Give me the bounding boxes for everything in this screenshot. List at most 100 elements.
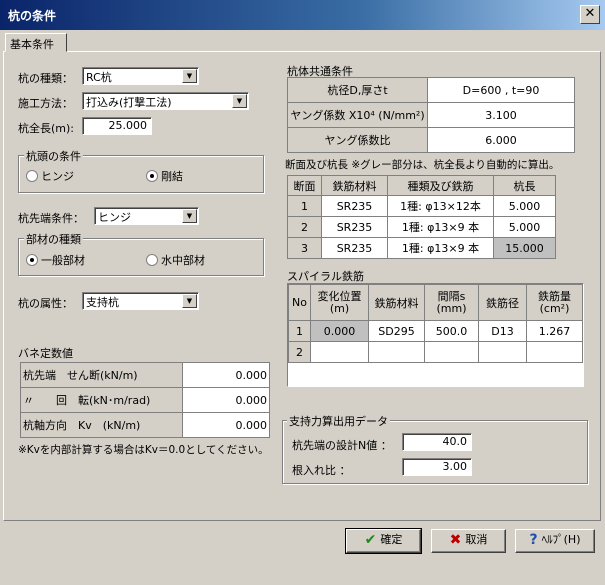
cell-material[interactable]: SR235 bbox=[321, 237, 388, 259]
embed-ratio-input[interactable]: 3.00 bbox=[402, 458, 472, 476]
close-icon: ✕ bbox=[584, 6, 596, 21]
construction-label: 施工方法： bbox=[18, 97, 73, 110]
column-header: 鉄筋量 (cm²) bbox=[526, 284, 583, 321]
spring-rotation-input[interactable]: 0.000 bbox=[182, 387, 270, 413]
cell-length-auto: 15.000 bbox=[493, 237, 556, 259]
cell-pitch[interactable] bbox=[424, 341, 479, 363]
young-modulus-input[interactable]: 3.100 bbox=[427, 102, 575, 128]
cell-area[interactable] bbox=[526, 341, 583, 363]
cell-material[interactable] bbox=[368, 341, 425, 363]
radio-selected-icon bbox=[26, 254, 38, 266]
column-header: 種類及び鉄筋 bbox=[387, 175, 494, 196]
table-row: 杭先端 せん断(kN/m) 0.000 bbox=[20, 362, 270, 388]
column-header: 間隔s (mm) bbox=[424, 284, 479, 321]
spring-kv-input[interactable]: 0.000 bbox=[182, 412, 270, 438]
table-row: ヤング係数比 6.000 bbox=[287, 127, 575, 153]
column-header: 鉄筋材料 bbox=[368, 284, 425, 321]
attribute-label: 杭の属性： bbox=[18, 297, 73, 310]
tab-basic-conditions[interactable]: 基本条件 bbox=[5, 33, 67, 52]
cancel-button-label: 取消 bbox=[465, 533, 488, 546]
row-number: 2 bbox=[288, 341, 311, 363]
cell-pitch[interactable]: 500.0 bbox=[424, 320, 479, 342]
spring-table: 杭先端 せん断(kN/m) 0.000 〃 回 転(kN･m/rad) 0.00… bbox=[20, 362, 270, 438]
table-row: 杭径D,厚さt D=600 , t=90 bbox=[287, 77, 575, 103]
embed-ratio-label: 根入れ比 ： bbox=[292, 464, 351, 477]
common-row-label: 杭径D,厚さt bbox=[287, 77, 428, 103]
construction-value: 打込み(打撃工法) bbox=[86, 96, 172, 109]
length-label: 杭全長(m): bbox=[18, 122, 75, 135]
material-radio-general[interactable]: 一般部材 bbox=[26, 252, 85, 268]
chevron-down-icon[interactable]: ▼ bbox=[182, 209, 197, 223]
spring-shear-input[interactable]: 0.000 bbox=[182, 362, 270, 388]
cell-rebar[interactable]: 1種: φ13×12本 bbox=[387, 195, 494, 217]
table-row[interactable]: 1 0.000 SD295 500.0 D13 1.267 bbox=[288, 320, 583, 342]
row-number: 2 bbox=[287, 216, 322, 238]
spring-row-label: 〃 回 転(kN･m/rad) bbox=[20, 387, 183, 413]
n-value-input[interactable]: 40.0 bbox=[402, 433, 472, 451]
tip-label: 杭先端条件： bbox=[18, 212, 84, 225]
cancel-button[interactable]: ✖ 取消 bbox=[431, 529, 506, 553]
chevron-down-icon[interactable]: ▼ bbox=[182, 294, 197, 308]
chevron-down-icon[interactable]: ▼ bbox=[232, 94, 247, 108]
head-radio-hinge-label: ヒンジ bbox=[41, 170, 74, 183]
construction-select[interactable]: 打込み(打撃工法) ▼ bbox=[82, 92, 249, 110]
spiral-table: No 変化位置 (m) 鉄筋材料 間隔s (mm) 鉄筋径 鉄筋量 (cm²) … bbox=[288, 284, 583, 363]
table-row[interactable]: 3 SR235 1種: φ13×9 本 15.000 bbox=[287, 237, 556, 259]
head-radio-hinge[interactable]: ヒンジ bbox=[26, 168, 74, 184]
table-row: 〃 回 転(kN･m/rad) 0.000 bbox=[20, 387, 270, 413]
row-number: 1 bbox=[287, 195, 322, 217]
table-header-row: No 変化位置 (m) 鉄筋材料 間隔s (mm) 鉄筋径 鉄筋量 (cm²) bbox=[288, 284, 583, 321]
radio-icon bbox=[146, 254, 158, 266]
cell-length[interactable]: 5.000 bbox=[493, 216, 556, 238]
help-button[interactable]: ? ﾍﾙﾌﾟ(H) bbox=[515, 529, 595, 553]
tip-select[interactable]: ヒンジ ▼ bbox=[94, 207, 199, 225]
table-row[interactable]: 2 bbox=[288, 341, 583, 363]
diameter-input[interactable]: D=600 , t=90 bbox=[427, 77, 575, 103]
cell-rebar[interactable]: 1種: φ13×9 本 bbox=[387, 216, 494, 238]
column-header: 杭長 bbox=[493, 175, 556, 196]
young-ratio-input[interactable]: 6.000 bbox=[427, 127, 575, 153]
title-bar: 杭の条件 ✕ bbox=[0, 0, 605, 30]
help-icon: ? bbox=[529, 532, 538, 548]
cell-material[interactable]: SD295 bbox=[368, 320, 425, 342]
bearing-group-title: 支持力算出用データ bbox=[287, 413, 390, 429]
ok-button[interactable]: ✔ 確定 bbox=[345, 528, 422, 554]
spring-row-label: 杭先端 せん断(kN/m) bbox=[20, 362, 183, 388]
pile-type-label: 杭の種類： bbox=[18, 72, 73, 85]
cell-material[interactable]: SR235 bbox=[321, 216, 388, 238]
common-table: 杭径D,厚さt D=600 , t=90 ヤング係数 X10⁴ (N/mm²) … bbox=[287, 77, 575, 153]
cell-diameter[interactable]: D13 bbox=[478, 320, 527, 342]
head-radio-rigid[interactable]: 剛結 bbox=[146, 168, 183, 184]
window-title: 杭の条件 bbox=[8, 9, 57, 23]
cell-diameter[interactable] bbox=[478, 341, 527, 363]
cell-length[interactable]: 5.000 bbox=[493, 195, 556, 217]
pile-type-select[interactable]: RC杭 ▼ bbox=[82, 67, 199, 85]
material-group-title: 部材の種類 bbox=[24, 231, 83, 247]
cell-position[interactable] bbox=[310, 341, 369, 363]
help-button-label: ﾍﾙﾌﾟ(H) bbox=[541, 533, 581, 546]
head-radio-rigid-label: 剛結 bbox=[161, 170, 183, 183]
material-radio-underwater[interactable]: 水中部材 bbox=[146, 252, 205, 268]
material-radio-general-label: 一般部材 bbox=[41, 254, 85, 267]
table-row[interactable]: 1 SR235 1種: φ13×12本 5.000 bbox=[287, 195, 556, 217]
length-input[interactable]: 25.000 bbox=[82, 117, 152, 135]
spiral-grid[interactable]: No 変化位置 (m) 鉄筋材料 間隔s (mm) 鉄筋径 鉄筋量 (cm²) … bbox=[287, 283, 584, 387]
cell-material[interactable]: SR235 bbox=[321, 195, 388, 217]
checkmark-icon: ✔ bbox=[364, 532, 377, 548]
column-header: 断面 bbox=[287, 175, 322, 196]
ok-button-label: 確定 bbox=[380, 533, 403, 546]
spring-row-label: 杭軸方向 Kv (kN/m) bbox=[20, 412, 183, 438]
spring-title: バネ定数値 bbox=[18, 347, 73, 360]
spring-note: ※Kvを内部計算する場合はKv＝0.0としてください。 bbox=[18, 444, 269, 456]
close-button[interactable]: ✕ bbox=[580, 5, 600, 24]
chevron-down-icon[interactable]: ▼ bbox=[182, 69, 197, 83]
cell-area[interactable]: 1.267 bbox=[526, 320, 583, 342]
column-header: No bbox=[288, 284, 311, 321]
attribute-select[interactable]: 支持杭 ▼ bbox=[82, 292, 199, 310]
head-group-title: 杭頭の条件 bbox=[24, 148, 83, 164]
cell-rebar[interactable]: 1種: φ13×9 本 bbox=[387, 237, 494, 259]
table-header-row: 断面 鉄筋材料 種類及び鉄筋 杭長 bbox=[287, 175, 556, 196]
material-radio-underwater-label: 水中部材 bbox=[161, 254, 205, 267]
table-row[interactable]: 2 SR235 1種: φ13×9 本 5.000 bbox=[287, 216, 556, 238]
section-table: 断面 鉄筋材料 種類及び鉄筋 杭長 1 SR235 1種: φ13×12本 5.… bbox=[287, 175, 556, 259]
